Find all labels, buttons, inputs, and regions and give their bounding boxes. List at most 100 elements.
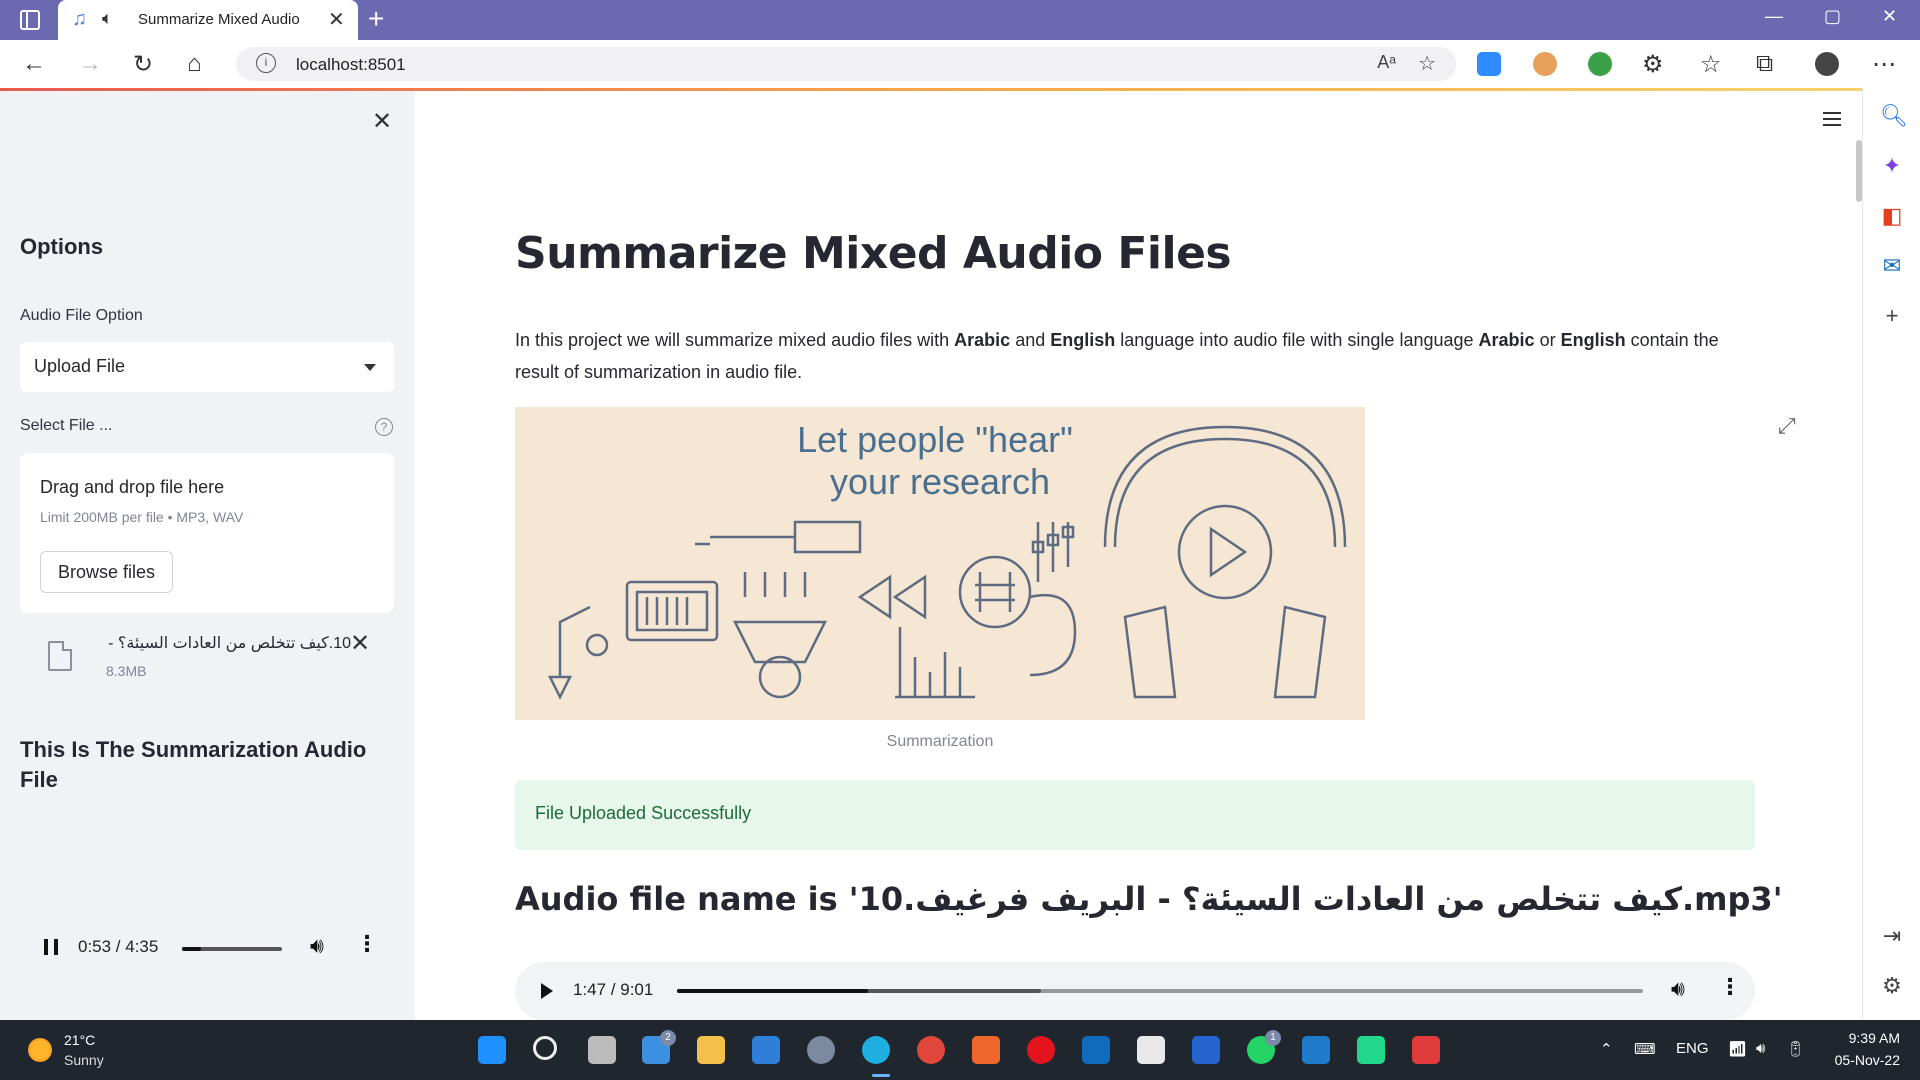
outlook-icon[interactable]: ✉ [1880, 254, 1904, 278]
fullscreen-icon[interactable]: ⤢ [1778, 413, 1796, 439]
main-menu-icon[interactable] [1823, 112, 1841, 126]
favorites-icon[interactable]: ☆ [1700, 50, 1722, 79]
edge-icon[interactable] [862, 1036, 890, 1064]
browse-files-button[interactable]: Browse files [40, 551, 173, 593]
url-field[interactable]: i localhost:8501 Aᵃ ☆ [236, 47, 1456, 81]
site-info-icon[interactable]: i [256, 53, 276, 73]
clock-time[interactable]: 9:39 AM [1830, 1030, 1900, 1046]
back-icon[interactable]: ← [22, 50, 46, 78]
tape-device [625, 580, 719, 642]
sun-icon[interactable] [28, 1038, 52, 1062]
home-icon[interactable]: ⌂ [187, 50, 202, 78]
sidebar: ✕ Options Audio File Option Upload File … [0, 91, 415, 1020]
office-icon[interactable]: ◧ [1880, 204, 1904, 228]
volume-icon[interactable]: 🔊︎ [1756, 1040, 1765, 1057]
collections-icon[interactable]: ⧉ [1756, 50, 1773, 78]
tab-summarize-mixed-audio[interactable]: ♫ 🔈︎ Summarize Mixed Audio ✕ [58, 0, 358, 40]
audio-plug [710, 520, 862, 554]
speaker-icon[interactable]: 🔈︎ [102, 8, 113, 29]
profile-avatar[interactable] [1815, 52, 1839, 76]
tab-actions-icon[interactable] [20, 10, 40, 30]
chrome-icon[interactable] [917, 1036, 945, 1064]
edge-sidebar: 🔍︎ ✦ ◧ ✉ + ⇥ ⚙ [1862, 88, 1920, 1020]
original-audio-seekbar[interactable] [677, 989, 1643, 993]
summary-audio-player[interactable]: 0:53 / 4:35 🔊︎ ⋮ [20, 923, 394, 973]
favorite-star-icon[interactable]: ☆ [1418, 51, 1436, 76]
file-icon [48, 641, 72, 671]
brave-icon[interactable] [972, 1036, 1000, 1064]
close-sidebar-icon[interactable]: ✕ [372, 107, 392, 136]
sidebar-toggle-icon[interactable]: ⇥ [1880, 924, 1904, 948]
wifi-icon[interactable]: 📶︎ [1728, 1040, 1747, 1058]
summary-audio-seekbar[interactable] [182, 947, 282, 951]
language-indicator[interactable]: ENG [1676, 1040, 1709, 1057]
keyboard-icon[interactable]: ⌨ [1634, 1040, 1656, 1058]
volume-icon[interactable]: 🔊︎ [310, 933, 324, 959]
settings-icon[interactable] [807, 1036, 835, 1064]
more-options-icon[interactable]: ⋯ [1872, 50, 1896, 79]
more-vertical-icon[interactable]: ⋮ [356, 931, 378, 957]
settings-gear-icon[interactable]: ⚙ [1880, 974, 1904, 998]
forward-icon[interactable]: → [78, 50, 102, 78]
avatar-extension-icon[interactable] [1533, 52, 1557, 76]
more-vertical-icon[interactable]: ⋮ [1719, 974, 1741, 1000]
uploaded-file-size: 8.3MB [106, 663, 147, 679]
rewind-icon-shape [857, 574, 927, 620]
search-icon[interactable]: 🔍︎ [1880, 104, 1908, 128]
vscode-icon[interactable] [1302, 1036, 1330, 1064]
globe-extension-icon[interactable] [1588, 52, 1612, 76]
equalizer-bars [895, 627, 975, 699]
original-audio-progress [677, 989, 869, 993]
help-icon[interactable]: ? [375, 418, 393, 436]
outlook-icon[interactable] [1082, 1036, 1110, 1064]
zoom-extension-icon[interactable] [1477, 52, 1501, 76]
anydesk-icon[interactable] [1412, 1036, 1440, 1064]
store-icon[interactable] [752, 1036, 780, 1064]
file-explorer-icon[interactable] [697, 1036, 725, 1064]
weather-condition: Sunny [64, 1052, 104, 1068]
uploaded-file-name: 10.كيف تتخلص من العادات السيئة؟ - البريف… [106, 635, 351, 652]
search-icon[interactable] [533, 1036, 557, 1060]
intro-paragraph: In this project we will summarize mixed … [515, 330, 1719, 382]
pycharm-icon[interactable] [1357, 1036, 1385, 1064]
pause-icon[interactable] [44, 939, 58, 955]
sparkle-icon[interactable]: ✦ [1880, 154, 1904, 178]
sidebar-heading: Options [20, 234, 104, 259]
hero-text-line1: Let people "hear" [797, 419, 1073, 460]
address-bar-row: ← → ↻ ⌂ i localhost:8501 Aᵃ ☆ ⚙ ☆ ⧉ ⋯ [0, 40, 1920, 88]
windows-start-icon[interactable] [478, 1036, 506, 1064]
close-window-button[interactable]: ✕ [1882, 6, 1897, 27]
todo-icon[interactable] [1192, 1036, 1220, 1064]
task-view-icon[interactable] [588, 1036, 616, 1064]
restore-button[interactable]: ▢ [1824, 6, 1841, 27]
dropzone-title: Drag and drop file here [40, 477, 225, 497]
volume-icon[interactable]: 🔊︎ [1671, 976, 1685, 1002]
new-tab-button[interactable]: + [368, 3, 384, 35]
headphone-band [1103, 425, 1347, 548]
audio-option-select[interactable]: Upload File [20, 342, 394, 392]
chevron-up-icon[interactable]: ⌃ [1600, 1040, 1613, 1058]
music-note-shape [558, 605, 591, 677]
original-audio-player[interactable]: 1:47 / 9:01 🔊︎ ⋮ [515, 962, 1755, 1020]
extensions-icon[interactable]: ⚙ [1642, 50, 1664, 79]
file-dropzone[interactable]: Drag and drop file here Limit 200MB per … [20, 453, 394, 613]
snipping-tool-icon[interactable] [1137, 1036, 1165, 1064]
opera-icon[interactable] [1027, 1036, 1055, 1064]
success-message: File Uploaded Successfully [535, 803, 752, 823]
audio-option-label: Audio File Option [20, 307, 143, 324]
temperature: 21°C [64, 1032, 96, 1048]
hash-circle [958, 555, 1032, 629]
add-icon[interactable]: + [1880, 304, 1904, 328]
minimize-button[interactable]: — [1765, 6, 1783, 27]
refresh-icon[interactable]: ↻ [133, 50, 153, 79]
windows-taskbar: 21°C Sunny 2 1 ⌃ ⌨ ENG 📶︎ 🔊︎ 🔋︎ 9:39 AM … [0, 1020, 1920, 1080]
close-tab-icon[interactable]: ✕ [328, 7, 345, 32]
battery-icon[interactable]: 🔋︎ [1786, 1040, 1805, 1058]
read-aloud-icon[interactable]: Aᵃ [1377, 52, 1396, 73]
hero-image: Let people "hear" your research [515, 407, 1365, 720]
remove-file-icon[interactable]: ✕ [350, 629, 370, 658]
original-audio-time: 1:47 / 9:01 [573, 980, 654, 999]
clock-date[interactable]: 05-Nov-22 [1820, 1052, 1900, 1068]
play-icon[interactable] [541, 983, 553, 999]
left-earcup [1123, 605, 1177, 699]
